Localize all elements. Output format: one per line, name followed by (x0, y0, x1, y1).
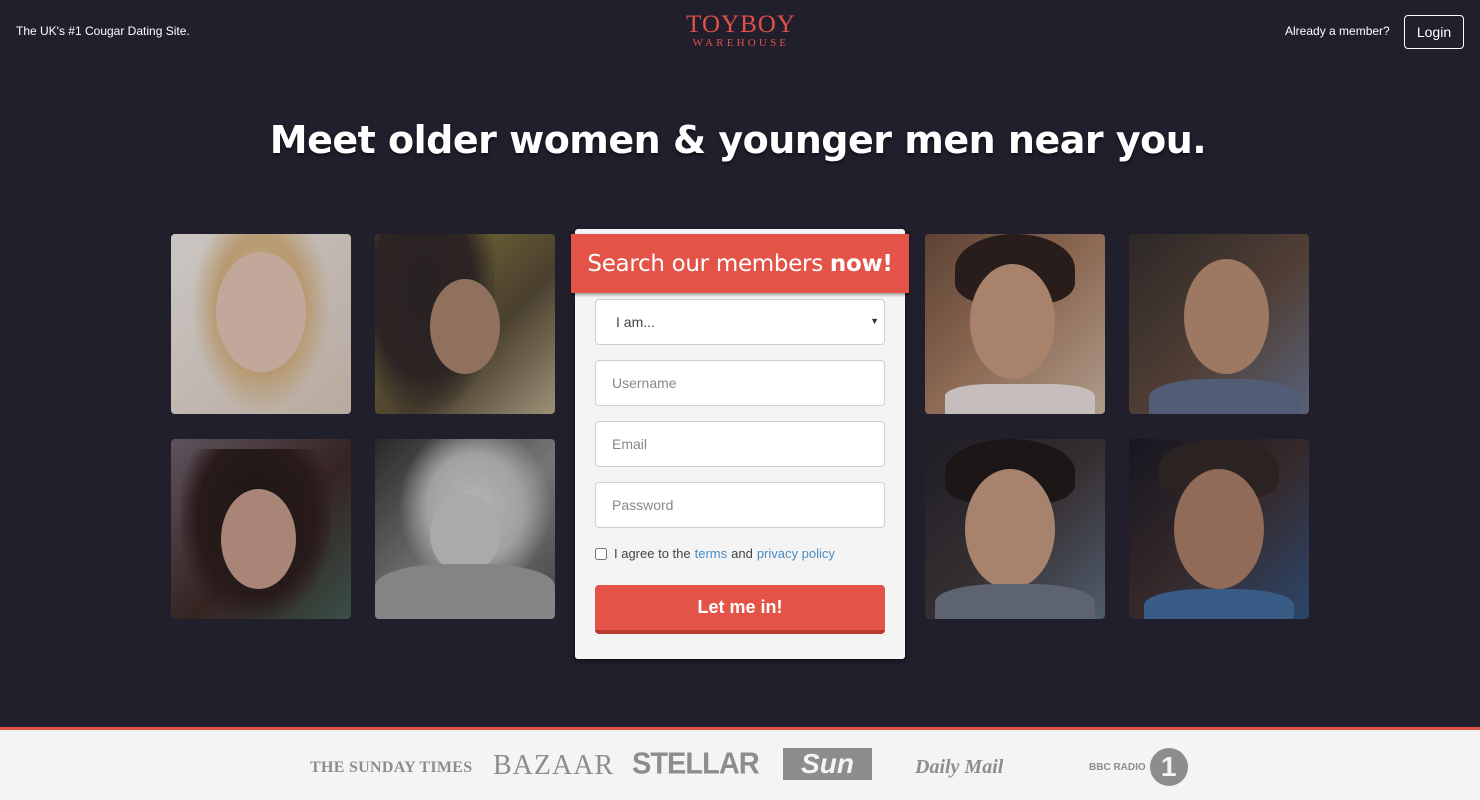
headline-bold: near you. (1007, 118, 1207, 162)
terms-link[interactable]: terms (695, 546, 728, 561)
logo-text-top: TOYBOY (686, 11, 796, 38)
member-photo (375, 439, 555, 619)
member-photo (171, 234, 351, 414)
member-photo (171, 439, 351, 619)
already-member-text: Already a member? (1285, 24, 1390, 38)
let-me-in-button[interactable]: Let me in! (595, 585, 885, 634)
member-photo (925, 439, 1105, 619)
bazaar-logo: BAZAAR (493, 750, 615, 781)
member-photo (1129, 439, 1309, 619)
bbc-radio-1-logo: BBC RADIO 1 (1089, 748, 1188, 786)
headline-regular: Meet older women & younger men (269, 118, 996, 162)
press-bar: THE SUNDAY TIMES BAZAAR STELLAR Sun Dail… (0, 727, 1480, 800)
top-bar: The UK's #1 Cougar Dating Site. TOYBOY W… (0, 0, 1480, 62)
member-photo (375, 234, 555, 414)
site-logo[interactable]: TOYBOY WAREHOUSE (686, 11, 796, 49)
daily-mail-logo: Daily Mail (915, 756, 1004, 778)
password-input[interactable] (595, 482, 885, 528)
logo-text-bottom: WAREHOUSE (692, 37, 790, 49)
sunday-times-logo: THE SUNDAY TIMES (310, 759, 473, 776)
terms-checkbox[interactable] (595, 547, 607, 560)
bbc-radio-text: BBC RADIO (1089, 761, 1146, 773)
gender-select[interactable]: I am... ▼ (595, 299, 885, 345)
select-value: I am... (616, 314, 655, 330)
member-photo (925, 234, 1105, 414)
site-tagline: The UK's #1 Cougar Dating Site. (16, 24, 190, 38)
member-photo (1129, 234, 1309, 414)
agree-prefix: I agree to the (614, 546, 691, 561)
signup-card-title: Search our members now! (571, 234, 909, 293)
privacy-policy-link[interactable]: privacy policy (757, 546, 835, 561)
terms-agreement: I agree to the terms and privacy policy (595, 546, 837, 561)
username-input[interactable] (595, 360, 885, 406)
the-sun-logo: Sun (783, 748, 872, 780)
email-input[interactable] (595, 421, 885, 467)
title-regular: Search our members (587, 250, 823, 277)
stellar-logo: STELLAR (632, 747, 760, 781)
caret-down-icon: ▼ (870, 316, 879, 326)
title-bold: now! (829, 250, 893, 277)
agree-and: and (731, 546, 753, 561)
login-button[interactable]: Login (1404, 15, 1464, 49)
hero-headline: Meet older women & younger men near you. (0, 118, 1476, 162)
radio-one-badge: 1 (1149, 748, 1188, 786)
